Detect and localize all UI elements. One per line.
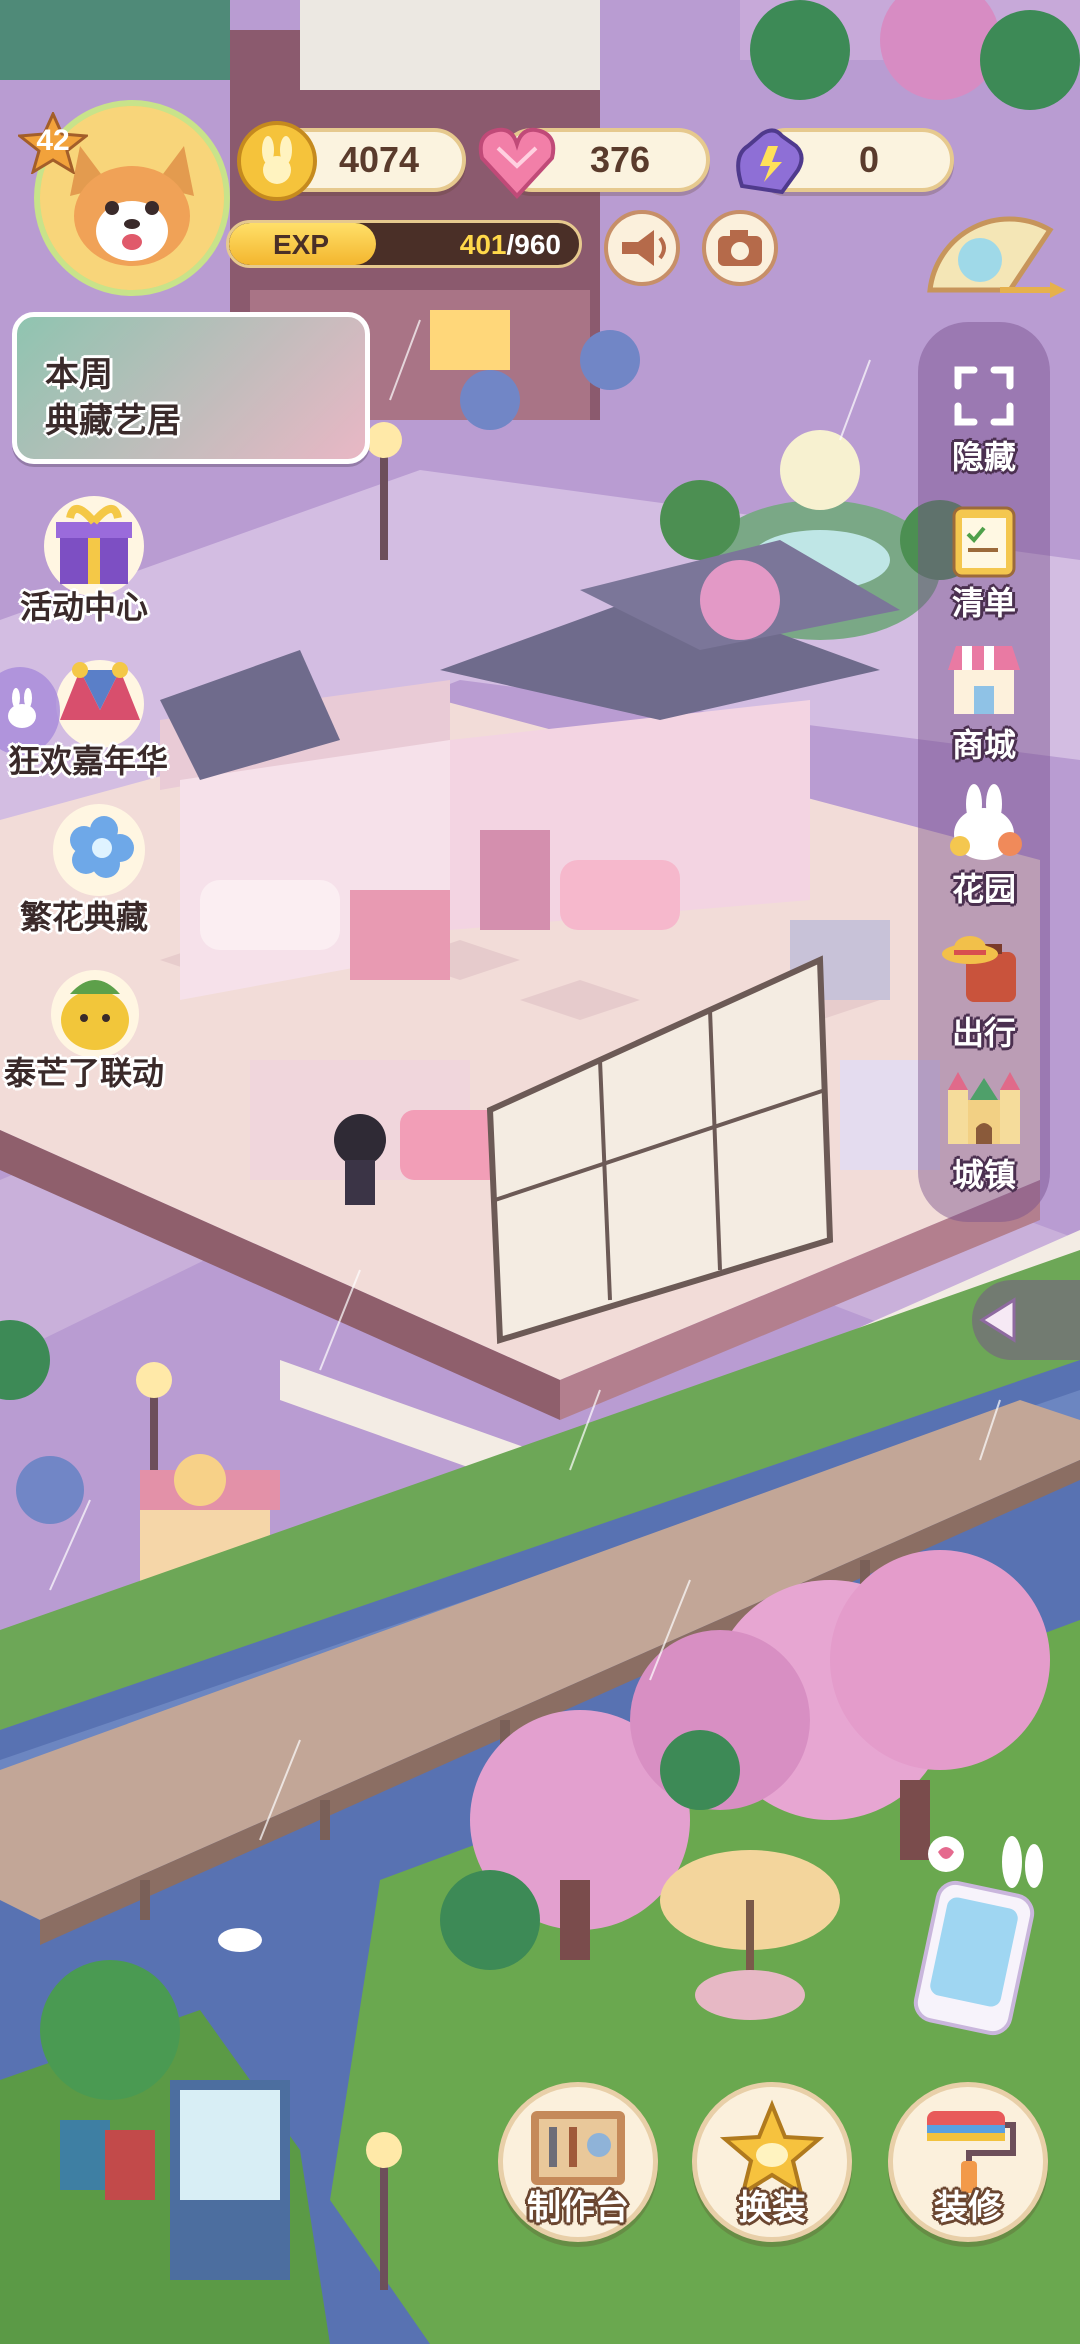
suitcase-hat-icon: [942, 936, 1016, 1002]
camera-icon: [718, 230, 762, 266]
triangle-left-icon: [979, 1297, 1016, 1343]
exp-current: 401: [459, 229, 507, 260]
flower-collection-label: 繁花典藏: [20, 899, 149, 935]
collab-event-label: 泰芒了联动: [4, 1055, 165, 1091]
bunny-flower-icon: [950, 784, 1022, 860]
castle-icon: [948, 1072, 1020, 1144]
weather-dial-icon[interactable]: [910, 190, 1070, 310]
clipboard-icon: [952, 506, 1016, 578]
checklist-label: 清单: [951, 585, 1016, 621]
garden-label: 花园: [951, 871, 1016, 907]
exp-progress-bar: EXP 401/960: [226, 220, 582, 268]
rabbit-coin-icon: [237, 121, 317, 201]
phone-button[interactable]: [900, 1832, 1050, 2042]
energy-value: 0: [858, 139, 880, 180]
workbench-label: 制作台: [527, 2189, 629, 2227]
weekly-banner-line1: 本周: [45, 356, 113, 394]
carnival-label: 狂欢嘉年华: [8, 743, 169, 779]
fullscreen-brackets-icon: [954, 366, 1014, 426]
exp-max: 960: [514, 229, 561, 260]
player-level: 42: [36, 124, 70, 157]
blue-flower-icon: [53, 804, 145, 896]
diamond-heart-icon: [478, 127, 556, 199]
exp-label: EXP: [273, 229, 330, 260]
purple-glove-icon: [736, 128, 804, 195]
shop-label: 商城: [951, 727, 1016, 763]
town-label: 城镇: [951, 1157, 1016, 1193]
coin-value: 4074: [338, 139, 420, 180]
announcement-button[interactable]: [604, 210, 680, 286]
decorate-label: 装修: [934, 2189, 1002, 2227]
weekly-collection-banner[interactable]: 本周 典藏艺居: [12, 312, 370, 464]
travel-label: 出行: [951, 1015, 1016, 1051]
outfit-label: 换装: [738, 2189, 806, 2227]
hide-ui-label: 隐藏: [951, 439, 1016, 475]
carnival-button[interactable]: 狂欢嘉年华: [0, 640, 200, 780]
weekly-banner-line2: 典藏艺居: [45, 402, 181, 440]
mango-mascot-icon: [51, 970, 139, 1058]
events-center-button[interactable]: 活动中心: [14, 488, 174, 628]
events-center-label: 活动中心: [20, 589, 149, 625]
bunny-phone-icon: [913, 1836, 1043, 2036]
sidebar-collapse-button[interactable]: [972, 1280, 1080, 1360]
megaphone-icon: [622, 230, 666, 266]
camera-button[interactable]: [702, 210, 778, 286]
storefront-icon: [948, 646, 1020, 714]
exp-values: 401/960: [460, 229, 561, 261]
collab-event-button[interactable]: 泰芒了联动: [0, 956, 190, 1096]
flower-collection-button[interactable]: 繁花典藏: [14, 800, 184, 940]
heart-value: 376: [589, 139, 651, 180]
